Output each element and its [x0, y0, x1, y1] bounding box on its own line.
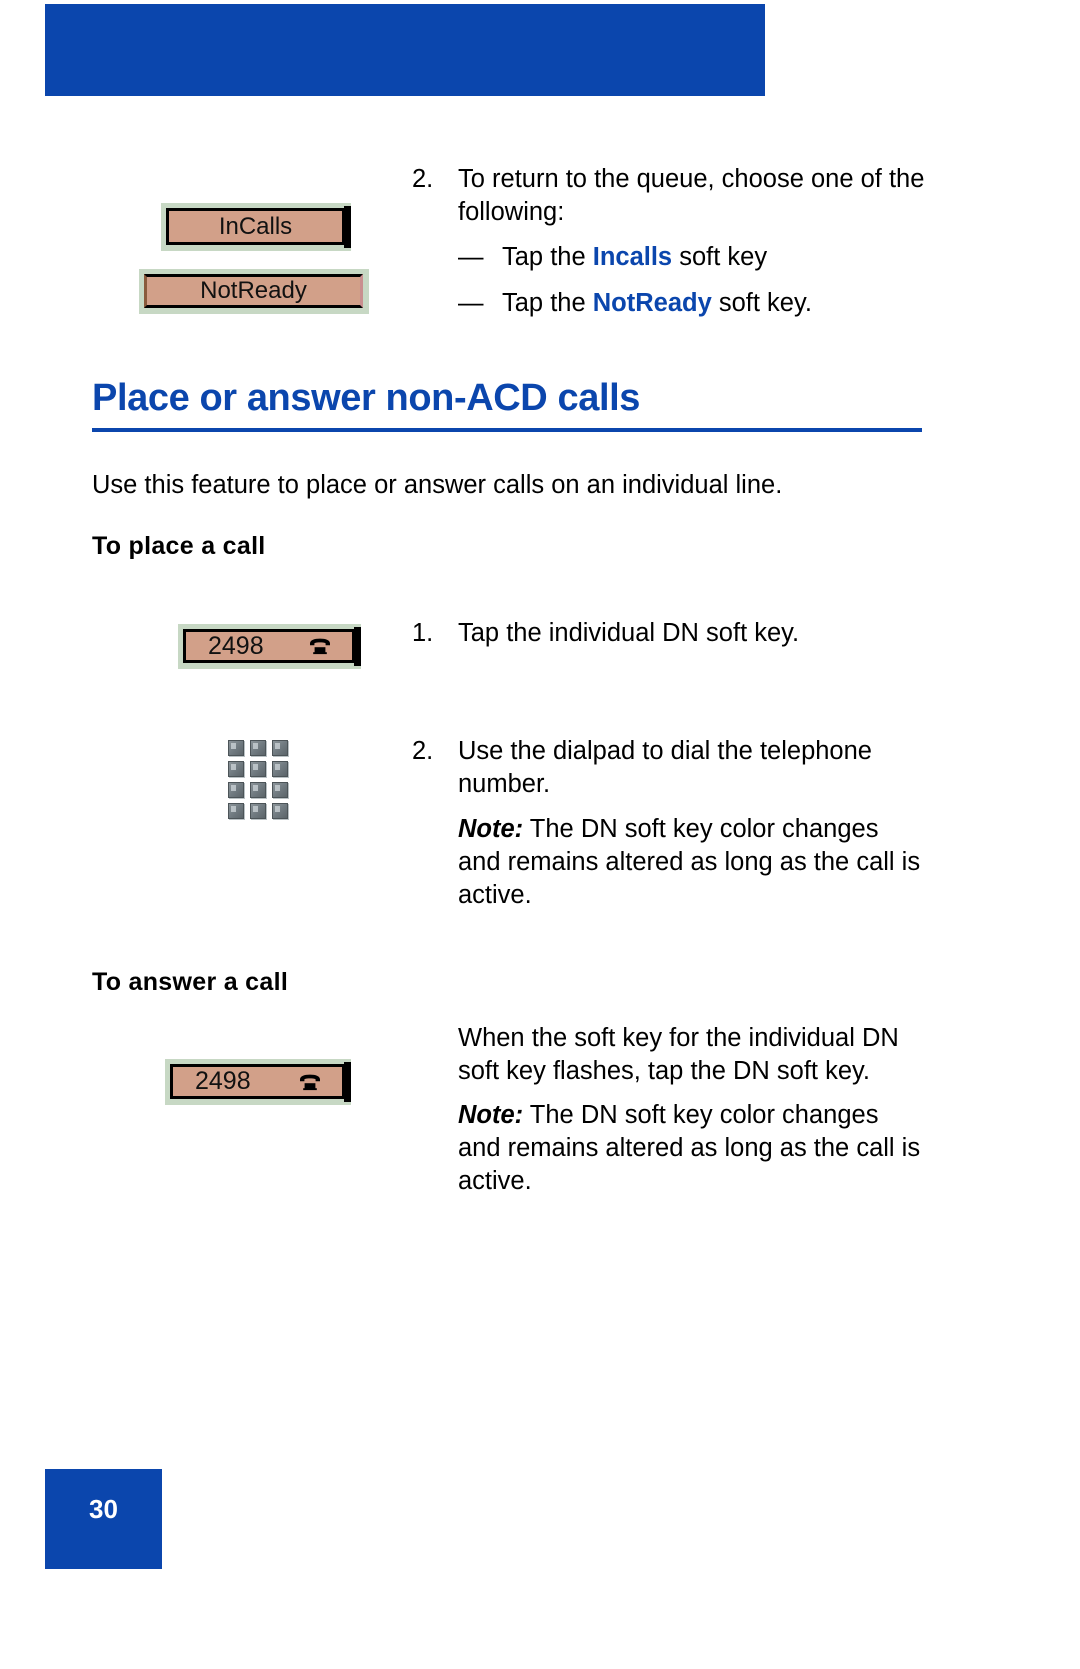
note-block: Note: The DN soft key color changes and … — [458, 1099, 928, 1198]
step-text: Tap the individual DN soft key. — [458, 619, 800, 647]
note-text: The DN soft key color changes and remain… — [458, 1101, 921, 1196]
softkey-dn-label: 2498 — [208, 631, 264, 660]
bullet-suffix: soft key. — [711, 289, 812, 317]
step-item: 2. Use the dialpad to dial the telephone… — [412, 735, 932, 801]
dialpad-key — [228, 761, 244, 777]
page-header-bar — [45, 4, 765, 96]
note-label: Note: — [458, 815, 524, 843]
softkey-incalls[interactable]: InCalls — [161, 203, 351, 251]
em-dash-icon: — — [458, 289, 484, 317]
section-heading: Place or answer non-ACD calls — [92, 377, 922, 419]
step-text: Use the dialpad to dial the telephone nu… — [458, 737, 872, 799]
dialpad-key — [228, 803, 244, 819]
softkey-notready[interactable]: NotReady — [139, 269, 369, 314]
step-text: To return to the queue, choose one of th… — [458, 165, 925, 227]
dialpad-key — [250, 803, 266, 819]
bullet-item: — Tap the Incalls soft key — [458, 241, 958, 274]
bullet-keyword: NotReady — [592, 289, 712, 317]
dialpad-key — [250, 740, 266, 756]
note-label: Note: — [458, 1101, 524, 1129]
dialpad-key — [272, 761, 288, 777]
softkey-face: InCalls — [166, 208, 345, 245]
softkey-dn-2498-answer[interactable]: 2498 — [165, 1059, 351, 1105]
dialpad-key — [228, 782, 244, 798]
softkey-notready-label: NotReady — [200, 277, 307, 304]
dialpad-icon — [228, 740, 288, 819]
dialpad-key — [250, 782, 266, 798]
dialpad-key — [272, 782, 288, 798]
bullet-item: — Tap the NotReady soft key. — [458, 287, 958, 320]
bullet-keyword: Incalls — [592, 243, 673, 271]
section-heading-text: Place or answer non-ACD calls — [92, 377, 641, 419]
page-header-title: Agent features — [50, 1626, 223, 1654]
bullet-prefix: Tap the — [502, 289, 593, 317]
step-number: 1. — [412, 619, 434, 647]
softkey-face: NotReady — [144, 274, 363, 308]
subheading-answer-a-call: To answer a call — [92, 968, 289, 996]
step-number: 2. — [412, 737, 434, 765]
softkey-right-edge — [354, 627, 361, 666]
bullet-text: Tap the Incalls soft key — [502, 241, 767, 274]
note-text: The DN soft key color changes and remain… — [458, 815, 921, 910]
softkey-dn-2498-place[interactable]: 2498 — [178, 624, 361, 669]
softkey-face: 2498 — [170, 1064, 345, 1099]
section-heading-rule — [92, 428, 922, 432]
answer-call-instruction: When the soft key for the individual DN … — [458, 1024, 899, 1086]
document-page: Agent features InCalls NotReady 2. To re… — [0, 0, 1080, 1669]
telephone-icon — [298, 1073, 322, 1091]
softkey-right-edge — [344, 1062, 351, 1102]
softkey-dn-label: 2498 — [195, 1067, 251, 1095]
dialpad-key — [272, 803, 288, 819]
note-block: Note: The DN soft key color changes and … — [458, 813, 928, 912]
section-intro-text: Use this feature to place or answer call… — [92, 471, 783, 499]
softkey-incalls-label: InCalls — [218, 212, 293, 240]
softkey-right-edge — [344, 206, 351, 248]
subheading-place-a-call: To place a call — [92, 532, 266, 560]
telephone-icon — [308, 637, 332, 655]
step-item: 2. To return to the queue, choose one of… — [412, 163, 932, 229]
softkey-face: 2498 — [183, 629, 355, 663]
page-number: 30 — [89, 1494, 118, 1524]
bullet-suffix: soft key — [672, 243, 768, 271]
step-item: 1. Tap the individual DN soft key. — [412, 617, 932, 650]
bullet-prefix: Tap the — [502, 243, 593, 271]
dialpad-key — [250, 761, 266, 777]
em-dash-icon: — — [458, 243, 484, 271]
step-number: 2. — [412, 165, 434, 193]
dialpad-key — [228, 740, 244, 756]
dialpad-key — [272, 740, 288, 756]
bullet-text: Tap the NotReady soft key. — [502, 287, 812, 320]
